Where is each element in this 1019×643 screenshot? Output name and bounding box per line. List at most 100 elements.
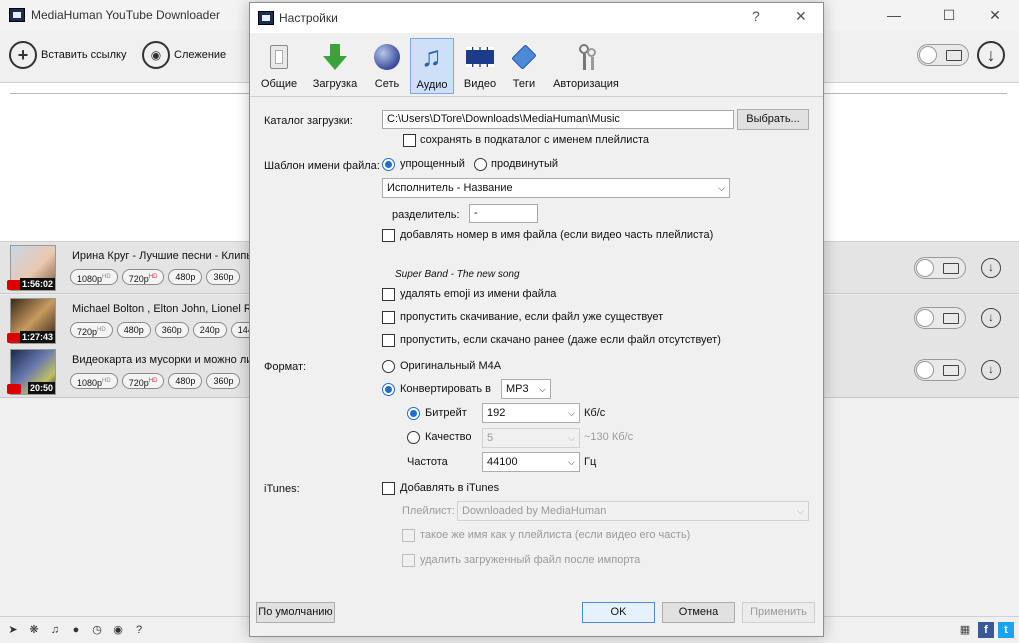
- save-subfolder-label: сохранять в подкаталог с именем плейлист…: [420, 134, 649, 146]
- chevron-down-icon: ⌵: [568, 457, 575, 467]
- close-icon[interactable]: ✕: [985, 6, 1005, 24]
- remove-emoji-checkbox[interactable]: [382, 288, 395, 301]
- toggle-knob: [916, 309, 934, 327]
- quality-chip[interactable]: 480p: [168, 373, 203, 389]
- switch-icon: [264, 42, 294, 72]
- itunes-add-checkbox[interactable]: [382, 482, 395, 495]
- defaults-button[interactable]: По умолчанию: [256, 602, 335, 623]
- item-video-toggle[interactable]: [914, 257, 966, 279]
- catalog-path-input[interactable]: C:\Users\DTore\Downloads\MediaHuman\Musi…: [382, 110, 734, 129]
- tab-general-label: Общие: [260, 78, 298, 90]
- add-number-checkbox[interactable]: [382, 229, 395, 242]
- quality-chip[interactable]: 360p: [154, 322, 189, 338]
- quality-chip[interactable]: 240p: [192, 322, 227, 338]
- help-icon[interactable]: ?: [752, 8, 760, 24]
- chevron-down-icon: ⌵: [718, 183, 725, 193]
- paste-link-label: Вставить ссылку: [41, 49, 127, 61]
- settings-dialog: Настройки ? ✕ Общие Загрузка Сеть ♫ Ауди…: [249, 2, 824, 637]
- quality-select[interactable]: 5 ⌵: [482, 428, 580, 448]
- playlist-select[interactable]: Downloaded by MediaHuman ⌵: [457, 501, 809, 521]
- itunes-label: iTunes:: [264, 483, 300, 495]
- template-simple-radio[interactable]: [382, 158, 395, 171]
- quality-chip[interactable]: 480p: [168, 269, 203, 285]
- tab-video[interactable]: Видео: [460, 38, 500, 94]
- youtube-icon: [7, 333, 21, 343]
- tracking-button[interactable]: ◉ Слежение: [142, 40, 226, 70]
- quality-chip[interactable]: 480p: [116, 322, 151, 338]
- quality-chip[interactable]: 720pHD: [121, 269, 165, 285]
- bitrate-select[interactable]: 192 ⌵: [482, 403, 580, 423]
- share-icon[interactable]: ➤: [6, 623, 20, 637]
- facebook-icon[interactable]: f: [978, 622, 994, 638]
- delete-after-checkbox[interactable]: [402, 554, 415, 567]
- choose-folder-button[interactable]: Выбрать...: [737, 109, 809, 130]
- maximize-icon[interactable]: ☐: [939, 6, 959, 24]
- paste-link-button[interactable]: + Вставить ссылку: [9, 40, 126, 70]
- close-icon[interactable]: ✕: [795, 8, 807, 25]
- apply-button[interactable]: Применить: [742, 602, 815, 623]
- film-icon: [943, 313, 959, 324]
- tab-tags[interactable]: Теги: [506, 38, 542, 94]
- save-subfolder-checkbox[interactable]: [403, 134, 416, 147]
- ok-button[interactable]: OK: [582, 602, 655, 623]
- music-icon[interactable]: ♫: [48, 623, 62, 637]
- convert-label: Конвертировать в: [400, 383, 491, 395]
- skip-existing-checkbox[interactable]: [382, 311, 395, 324]
- thumbnail: 1:27:43: [7, 298, 56, 344]
- video-mode-toggle[interactable]: [917, 44, 969, 66]
- item-video-toggle[interactable]: [914, 307, 966, 329]
- quality-chip[interactable]: 1080pHD: [70, 373, 118, 389]
- original-m4a-radio[interactable]: [382, 360, 395, 373]
- cancel-button[interactable]: Отмена: [662, 602, 735, 623]
- template-simple-label: упрощенный: [400, 158, 465, 170]
- minimize-icon[interactable]: —: [884, 6, 904, 24]
- item-title: Michael Bolton , Elton John, Lionel Rich…: [72, 303, 250, 315]
- app-film-icon: [258, 11, 274, 25]
- skip-downloaded-checkbox[interactable]: [382, 334, 395, 347]
- quality-radio[interactable]: [407, 431, 420, 444]
- tab-general[interactable]: Общие: [256, 38, 302, 94]
- same-name-checkbox[interactable]: [402, 529, 415, 542]
- quality-chip[interactable]: 1080pHD: [70, 269, 118, 285]
- template-advanced-radio[interactable]: [474, 158, 487, 171]
- download-icon[interactable]: ↓: [981, 258, 1001, 278]
- template-select[interactable]: Исполнитель - Название ⌵: [382, 178, 730, 198]
- download-all-icon[interactable]: ↓: [977, 41, 1005, 69]
- twitter-icon[interactable]: t: [998, 622, 1014, 638]
- quality-chip[interactable]: 720pHD: [70, 322, 113, 338]
- convert-radio[interactable]: [382, 383, 395, 396]
- convert-format-select[interactable]: MP3 ⌵: [501, 379, 551, 399]
- help-icon[interactable]: ?: [132, 623, 146, 637]
- convert-format-value: MP3: [506, 383, 529, 395]
- clock-icon[interactable]: ◷: [90, 623, 104, 637]
- item-video-toggle[interactable]: [914, 359, 966, 381]
- download-icon[interactable]: ↓: [981, 308, 1001, 328]
- app-title: MediaHuman YouTube Downloader: [31, 8, 221, 22]
- template-advanced-label: продвинутый: [491, 158, 559, 170]
- separator-input[interactable]: -: [469, 204, 538, 223]
- toggle-knob: [916, 361, 934, 379]
- itunes-add-label: Добавлять в iTunes: [400, 482, 500, 494]
- tab-authorization-label: Авторизация: [553, 78, 619, 90]
- youtube-icon: [7, 280, 21, 290]
- tab-download[interactable]: Загрузка: [308, 38, 362, 94]
- quality-chip[interactable]: 360p: [206, 269, 241, 285]
- tab-authorization[interactable]: Авторизация: [548, 38, 624, 94]
- thumbnail: 1:56:02: [7, 245, 56, 291]
- quality-label: Качество: [425, 431, 472, 443]
- quality-chip[interactable]: 360p: [206, 373, 241, 389]
- binoculars-small-icon[interactable]: ◉: [111, 623, 125, 637]
- frequency-select[interactable]: 44100 ⌵: [482, 452, 580, 472]
- robot-icon[interactable]: ▦: [958, 623, 972, 637]
- filename-sample: Super Band - The new song: [395, 269, 520, 280]
- gear-icon[interactable]: ❋: [27, 623, 41, 637]
- catalog-label: Каталог загрузки:: [264, 115, 353, 127]
- quality-unit: ~130 Кб/с: [584, 431, 634, 443]
- snail-icon[interactable]: ●: [69, 623, 83, 637]
- bitrate-radio[interactable]: [407, 407, 420, 420]
- quality-chip[interactable]: 720pHD: [121, 373, 165, 389]
- tab-audio[interactable]: ♫ Аудио: [410, 38, 454, 94]
- download-icon[interactable]: ↓: [981, 360, 1001, 380]
- tab-network[interactable]: Сеть: [368, 38, 406, 94]
- duration: 1:56:02: [19, 278, 55, 290]
